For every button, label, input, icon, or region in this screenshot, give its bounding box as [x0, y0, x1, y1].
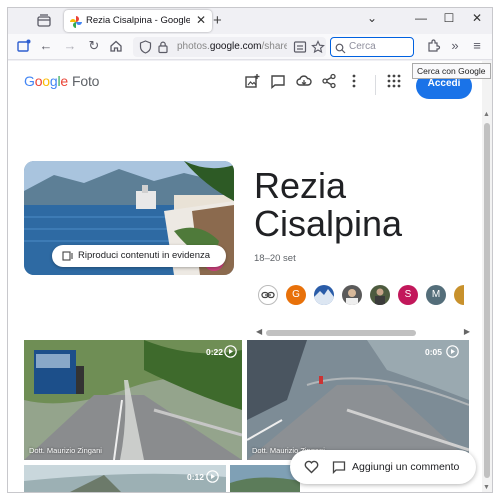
navigation-toolbar: ← → ↻ photos.google.com/share/AF: [8, 34, 492, 60]
new-tab-button[interactable]: +: [213, 12, 222, 29]
maximize-button[interactable]: ☐: [439, 11, 459, 25]
share-icon[interactable]: [321, 73, 337, 89]
video-duration: 0:05: [425, 347, 443, 357]
google-photos-logo[interactable]: Google Foto: [24, 73, 99, 89]
vertical-scroll-thumb[interactable]: [484, 123, 490, 478]
play-highlights-label: Riproduci contenuti in evidenza: [78, 250, 211, 261]
comment-bar[interactable]: Aggiungi un commento: [290, 450, 476, 484]
search-input[interactable]: Cerca: [330, 37, 414, 57]
scroll-down-icon[interactable]: ▼: [483, 484, 490, 491]
avatar[interactable]: G: [286, 285, 306, 305]
album-title: Rezia Cisalpina: [254, 165, 403, 244]
cloud-download-icon[interactable]: [296, 73, 312, 89]
header-divider: [375, 75, 376, 95]
contributors-scrollbar[interactable]: ◀ ▶: [256, 327, 470, 337]
menu-icon[interactable]: ≡: [469, 38, 485, 54]
overflow-chevron-icon[interactable]: »: [447, 38, 463, 54]
media-owner: Dott. Maurizio Zingani: [29, 446, 102, 455]
tab-list-icon[interactable]: [35, 12, 53, 30]
url-text[interactable]: photos.google.com/share/AF: [177, 41, 287, 52]
url-bar[interactable]: photos.google.com/share/AF: [133, 37, 326, 57]
reload-icon[interactable]: ↻: [86, 38, 102, 54]
page-content: Google Foto Accedi Riproduci contenuti i…: [8, 61, 482, 492]
media-item[interactable]: 0:05 Dott. Maurizio Zingani: [247, 340, 469, 460]
browser-window: Rezia Cisalpina - Google Foto ✕ + ⌄ — ☐ …: [7, 7, 493, 493]
shield-icon[interactable]: [139, 40, 152, 59]
horizontal-scroll-thumb[interactable]: [266, 330, 416, 336]
play-circle-icon: [224, 345, 237, 358]
slideshow-icon: [62, 250, 74, 265]
close-window-button[interactable]: ✕: [467, 11, 487, 25]
minimize-button[interactable]: —: [411, 11, 431, 25]
highlight-cover-photo[interactable]: Riproduci contenuti in evidenza: [24, 161, 234, 275]
play-circle-icon: [446, 345, 459, 358]
video-duration: 0:22: [206, 347, 224, 357]
video-duration: 0:12: [187, 472, 205, 482]
lock-icon[interactable]: [157, 40, 169, 59]
search-placeholder: Cerca: [349, 41, 376, 52]
comment-icon: [332, 460, 346, 479]
list-all-tabs-icon[interactable]: ⌄: [362, 11, 382, 25]
media-item[interactable]: 0:22 Dott. Maurizio Zingani: [24, 340, 242, 460]
forward-icon[interactable]: →: [62, 38, 78, 54]
avatar[interactable]: [370, 285, 390, 305]
back-icon[interactable]: ←: [38, 38, 54, 54]
play-highlights-button[interactable]: Riproduci contenuti in evidenza: [52, 245, 226, 267]
like-heart-icon[interactable]: [304, 460, 319, 479]
scroll-up-icon[interactable]: ▲: [483, 111, 490, 118]
avatar[interactable]: M: [426, 285, 446, 305]
tab-close-icon[interactable]: ✕: [196, 13, 206, 27]
search-tooltip: Cerca con Google: [412, 63, 491, 79]
media-item[interactable]: 0:12: [24, 465, 226, 492]
tab-title: Rezia Cisalpina - Google Foto: [86, 15, 190, 26]
scroll-left-icon[interactable]: ◀: [256, 327, 262, 336]
add-comment-label[interactable]: Aggiungi un commento: [352, 461, 459, 473]
extensions-icon[interactable]: [425, 38, 441, 54]
album-dates: 18–20 set: [254, 253, 296, 264]
google-photos-favicon-icon: [70, 15, 82, 28]
apps-grid-icon[interactable]: [386, 73, 402, 89]
more-options-icon[interactable]: [346, 73, 362, 89]
scroll-right-icon[interactable]: ▶: [464, 327, 470, 336]
sidebar-icon[interactable]: [16, 38, 32, 54]
avatar[interactable]: S: [398, 285, 418, 305]
add-photos-icon[interactable]: [244, 73, 260, 89]
reader-view-icon[interactable]: [293, 40, 307, 59]
avatar[interactable]: [342, 285, 362, 305]
home-icon[interactable]: [108, 38, 124, 54]
avatar[interactable]: [314, 285, 334, 305]
avatar[interactable]: [454, 285, 464, 305]
vertical-scrollbar[interactable]: ▲ ▼: [482, 61, 492, 492]
tab-active[interactable]: Rezia Cisalpina - Google Foto ✕: [64, 10, 212, 32]
bookmark-star-icon[interactable]: [311, 40, 325, 59]
tab-bar: Rezia Cisalpina - Google Foto ✕ + ⌄ — ☐ …: [8, 8, 492, 34]
search-icon: [335, 41, 346, 59]
comment-icon[interactable]: [270, 73, 286, 89]
copy-link-button[interactable]: [258, 285, 278, 305]
play-circle-icon: [206, 470, 219, 483]
